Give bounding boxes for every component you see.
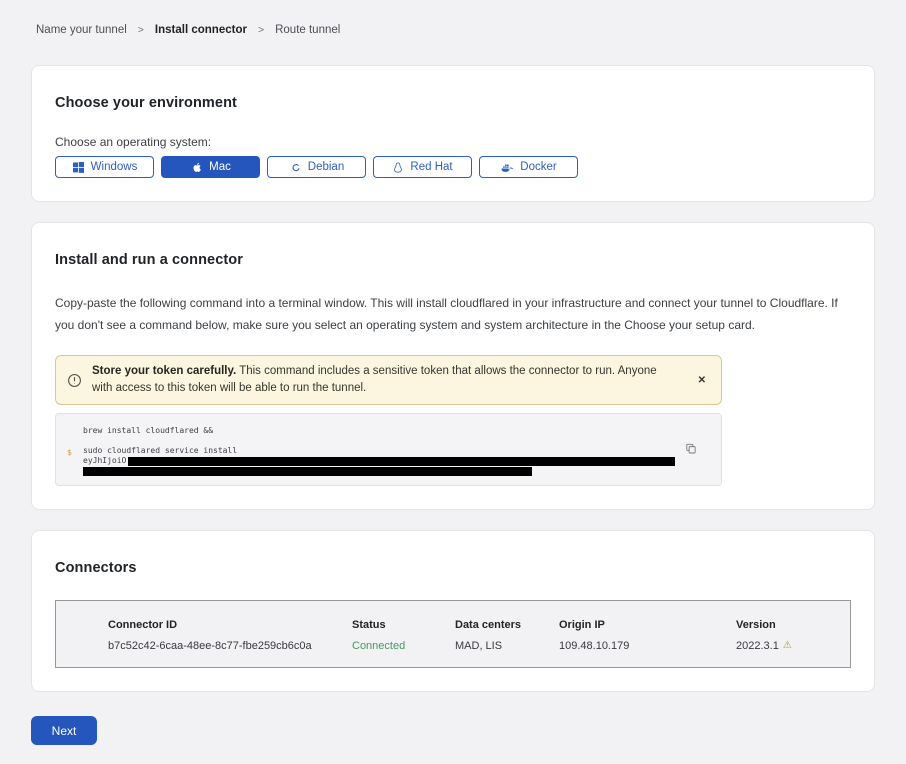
token-prefix: eyJhIjoiO [83, 456, 126, 466]
page: Name your tunnel > Install connector > R… [0, 24, 906, 745]
data-centers-value: MAD, LIS [455, 640, 559, 652]
debian-logo-icon [289, 161, 302, 174]
connectors-title: Connectors [55, 560, 851, 576]
token-warning-bold: Store your token carefully. [92, 365, 236, 377]
connector-id-value: b7c52c42-6caa-48ee-8c77-fbe259cb6c0a [108, 640, 352, 652]
choose-environment-card: Choose your environment Choose an operat… [31, 65, 875, 202]
status-badge: Connected [352, 640, 455, 652]
install-connector-card: Install and run a connector Copy-paste t… [31, 222, 875, 510]
col-header-status: Status [352, 619, 455, 631]
apple-logo-icon [190, 161, 203, 174]
os-button-label: Windows [91, 161, 138, 173]
code-block: brew install cloudflared && $ sudo cloud… [55, 413, 722, 486]
copy-icon[interactable] [683, 440, 699, 457]
breadcrumb-separator: > [138, 24, 144, 36]
info-circle-icon [67, 373, 82, 388]
redhat-linux-icon [392, 161, 404, 174]
os-button-group: Windows Mac Debian [55, 156, 851, 178]
os-button-debian[interactable]: Debian [267, 156, 366, 178]
shell-prompt: $ [67, 448, 72, 457]
connectors-table-header: Connector ID Status Data centers Origin … [108, 619, 850, 631]
install-connector-title: Install and run a connector [55, 252, 851, 268]
redacted-token-bar [83, 467, 532, 476]
os-button-label: Mac [209, 161, 231, 173]
os-button-windows[interactable]: Windows [55, 156, 154, 178]
origin-ip-value: 109.48.10.179 [559, 640, 736, 652]
os-select-label: Choose an operating system: [55, 135, 851, 149]
close-icon[interactable]: ✕ [694, 373, 710, 388]
os-button-label: Docker [520, 161, 556, 173]
token-warning-banner: Store your token carefully. This command… [55, 355, 722, 405]
next-button[interactable]: Next [31, 716, 97, 745]
os-button-label: Debian [308, 161, 344, 173]
code-line-token: eyJhIjoiO [83, 456, 721, 466]
col-header-version: Version [736, 619, 850, 631]
os-button-redhat[interactable]: Red Hat [373, 156, 472, 178]
connectors-card: Connectors Connector ID Status Data cent… [31, 530, 875, 692]
breadcrumb-route-tunnel[interactable]: Route tunnel [275, 24, 340, 36]
breadcrumb-name-your-tunnel[interactable]: Name your tunnel [36, 24, 127, 36]
code-line-brew: brew install cloudflared && [83, 426, 721, 435]
col-header-data-centers: Data centers [455, 619, 559, 631]
col-header-connector-id: Connector ID [108, 619, 352, 631]
code-line-sudo: sudo cloudflared service install [83, 446, 721, 456]
warning-triangle-icon: ⚠ [783, 641, 792, 651]
install-description: Copy-paste the following command into a … [55, 292, 851, 336]
os-button-docker[interactable]: Docker [479, 156, 578, 178]
table-row: b7c52c42-6caa-48ee-8c77-fbe259cb6c0a Con… [108, 640, 850, 652]
connectors-table: Connector ID Status Data centers Origin … [55, 600, 851, 668]
breadcrumb: Name your tunnel > Install connector > R… [36, 24, 875, 36]
breadcrumb-install-connector[interactable]: Install connector [155, 24, 247, 36]
breadcrumb-separator: > [258, 24, 264, 36]
os-button-label: Red Hat [410, 161, 452, 173]
col-header-origin-ip: Origin IP [559, 619, 736, 631]
docker-whale-icon [500, 161, 514, 174]
redacted-token-bar [128, 457, 675, 466]
choose-environment-title: Choose your environment [55, 95, 851, 111]
os-button-mac[interactable]: Mac [161, 156, 260, 178]
version-number: 2022.3.1 [736, 640, 779, 652]
version-value: 2022.3.1 ⚠ [736, 640, 850, 652]
windows-logo-icon [72, 161, 85, 174]
token-warning-text: Store your token carefully. This command… [92, 363, 660, 397]
